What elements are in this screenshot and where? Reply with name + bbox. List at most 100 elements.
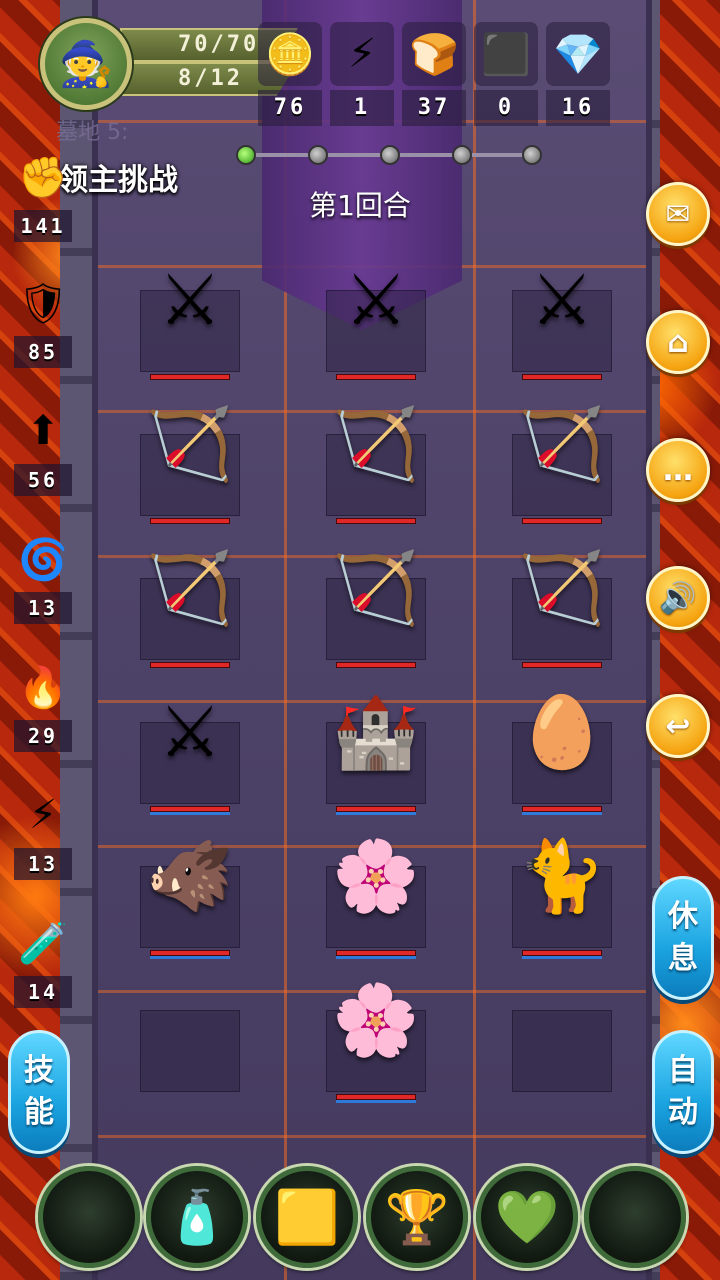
unit-sprite[interactable]: 🐈 xyxy=(502,816,622,936)
unit-shield-bar xyxy=(150,812,230,815)
grid-cell[interactable]: 🌸 xyxy=(326,970,426,1103)
lightning-icon: ⚡ xyxy=(330,22,394,86)
resource-value: 1 xyxy=(330,90,394,126)
grid-cell[interactable]: 🏹 xyxy=(512,394,612,524)
rest-button[interactable]: 休 息 xyxy=(652,876,714,1000)
unit-sprite[interactable]: 🏹 xyxy=(130,384,250,504)
grid-cell[interactable]: ⚔ xyxy=(140,250,240,380)
water-swirl-icon: 🌀 xyxy=(18,536,68,583)
unit-shield-bar xyxy=(336,956,416,959)
auto-button[interactable]: 自 动 xyxy=(652,1030,714,1154)
unit-shield-bar xyxy=(336,1100,416,1103)
stat-value: 13 xyxy=(14,848,72,880)
grid-cell[interactable] xyxy=(140,970,240,1100)
player-avatar[interactable]: 🧙 xyxy=(40,18,132,110)
grid-cell[interactable]: 🐈 xyxy=(512,826,612,959)
empty-item-slot[interactable] xyxy=(584,1166,686,1268)
resource-ore: ⬛ 0 xyxy=(474,22,538,128)
resource-crystal: 💎 16 xyxy=(546,22,610,128)
grid-cell[interactable]: 🏹 xyxy=(512,538,612,668)
stat-value: 13 xyxy=(14,592,72,624)
green-gem-icon[interactable]: 💚 xyxy=(476,1166,578,1268)
rest-label-1: 休 xyxy=(668,899,698,934)
golden-wings-icon[interactable]: 🏆 xyxy=(366,1166,468,1268)
stat-fire-orb: 🔥 29 xyxy=(14,654,72,764)
gold-bar-icon[interactable]: 🟨 xyxy=(256,1166,358,1268)
fire-orb-icon: 🔥 xyxy=(18,664,68,711)
stat-value: 56 xyxy=(14,464,72,496)
stat-flame-arrow: ⬆ 56 xyxy=(14,398,72,508)
unit-shield-bar xyxy=(336,812,416,815)
grid-cell[interactable]: 🌸 xyxy=(326,826,426,959)
grid-cell[interactable]: ⚔ xyxy=(140,682,240,815)
resource-value: 76 xyxy=(258,90,322,126)
grid-cell[interactable]: 🏹 xyxy=(140,538,240,668)
unit-hp-bar xyxy=(150,518,230,524)
unit-hp-bar xyxy=(522,518,602,524)
unit-sprite[interactable]: ⚔ xyxy=(130,240,250,360)
ore-icon: ⬛ xyxy=(474,22,538,86)
unit-sprite[interactable]: 🏹 xyxy=(316,528,436,648)
fist-icon: ✊ xyxy=(18,154,68,201)
unit-hp-bar xyxy=(336,374,416,380)
grid-cell[interactable]: 🐗 xyxy=(140,826,240,959)
unit-sprite[interactable]: 🌸 xyxy=(316,816,436,936)
unit-sprite[interactable]: 🏹 xyxy=(502,384,622,504)
unit-sprite[interactable]: ⚔ xyxy=(502,240,622,360)
empty-item-slot[interactable] xyxy=(38,1166,140,1268)
unit-sprite[interactable]: ⚔ xyxy=(130,672,250,792)
grid-cell[interactable]: 🏹 xyxy=(140,394,240,524)
stat-water-swirl: 🌀 13 xyxy=(14,526,72,636)
poison-icon: 🧪 xyxy=(18,920,68,967)
player-panel[interactable]: 70/70 8/12 🧙 xyxy=(40,18,298,110)
progress-dot xyxy=(522,145,542,165)
home-button[interactable]: ⌂ xyxy=(646,310,710,374)
cell-slot xyxy=(140,1010,240,1092)
shield-icon: 🛡 xyxy=(17,280,69,327)
unit-sprite[interactable]: 🏹 xyxy=(130,528,250,648)
unit-sprite[interactable]: 🏹 xyxy=(502,528,622,648)
skill-label-2: 能 xyxy=(24,1095,54,1130)
stat-fist: ✊ 141 xyxy=(14,144,72,254)
skill-label-1: 技 xyxy=(24,1053,54,1088)
grid-cell[interactable]: ⚔ xyxy=(326,250,426,380)
hp-value: 70/70 xyxy=(178,32,260,57)
mail-button[interactable]: ✉ xyxy=(646,182,710,246)
unit-sprite[interactable]: 🐗 xyxy=(130,816,250,936)
unit-hp-bar xyxy=(336,662,416,668)
back-button[interactable]: ↩ xyxy=(646,694,710,758)
resource-value: 37 xyxy=(402,90,466,126)
skill-button[interactable]: 技 能 xyxy=(8,1030,70,1154)
unit-hp-bar xyxy=(150,374,230,380)
grid-cell[interactable]: 🏹 xyxy=(326,394,426,524)
unit-sprite[interactable]: ⚔ xyxy=(316,240,436,360)
bread-icon: 🍞 xyxy=(402,22,466,86)
lightning-bolt-icon: ⚡ xyxy=(28,792,58,838)
unit-sprite[interactable]: 🏹 xyxy=(316,384,436,504)
resource-coin: 🪙 76 xyxy=(258,22,322,128)
grid-cell[interactable]: 🥚 xyxy=(512,682,612,815)
resource-bread: 🍞 37 xyxy=(402,22,466,128)
chat-button[interactable]: … xyxy=(646,438,710,502)
stat-value: 14 xyxy=(14,976,72,1008)
grid-cell[interactable]: 🏰 xyxy=(326,682,426,815)
unit-sprite[interactable]: 🥚 xyxy=(502,672,622,792)
unit-hp-bar xyxy=(522,374,602,380)
unit-hp-bar xyxy=(336,518,416,524)
love-potion-icon[interactable]: 🧴 xyxy=(146,1166,248,1268)
stat-value: 141 xyxy=(14,210,72,242)
energy-value: 8/12 xyxy=(178,66,243,91)
crystal-icon: 💎 xyxy=(546,22,610,86)
unit-hp-bar xyxy=(522,662,602,668)
flame-arrow-icon: ⬆ xyxy=(26,408,60,454)
unit-shield-bar xyxy=(522,956,602,959)
grid-cell[interactable] xyxy=(512,970,612,1100)
sound-button[interactable]: 🔊 xyxy=(646,566,710,630)
unit-sprite[interactable]: 🏰 xyxy=(316,672,436,792)
unit-sprite[interactable]: 🌸 xyxy=(316,960,436,1080)
round-label: 第1回合 xyxy=(309,189,411,222)
grid-cell[interactable]: ⚔ xyxy=(512,250,612,380)
grid-cell[interactable]: 🏹 xyxy=(326,538,426,668)
resource-lightning: ⚡ 1 xyxy=(330,22,394,128)
progress-dot xyxy=(308,145,328,165)
